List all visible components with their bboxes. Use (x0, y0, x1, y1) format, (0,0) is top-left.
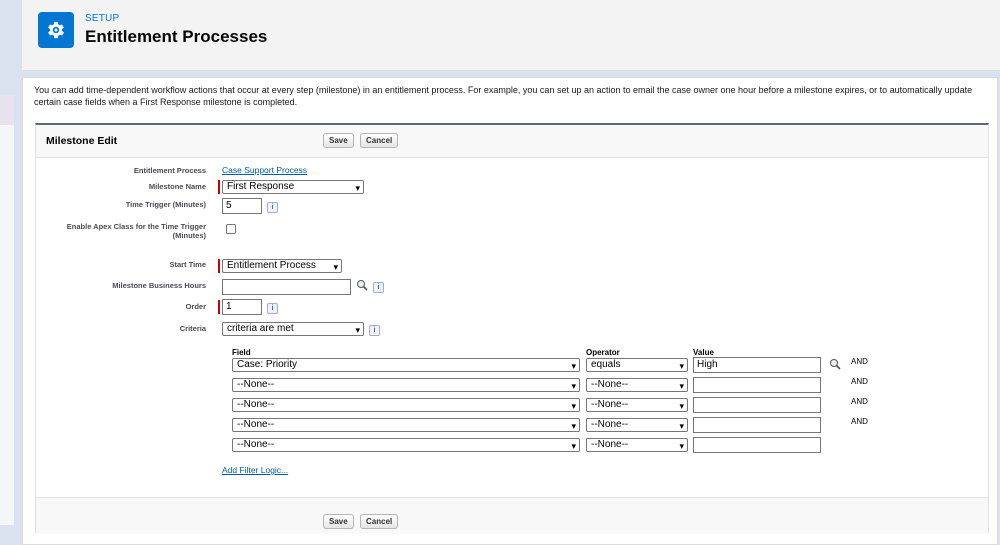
add-filter-logic-link[interactable]: Add Filter Logic... (222, 465, 288, 475)
cancel-button-bottom[interactable]: Cancel (360, 514, 399, 529)
chevron-down-icon: ▾ (679, 401, 684, 411)
field-select-value: --None-- (237, 439, 275, 450)
field-select[interactable]: --None-- ▾ (232, 418, 580, 432)
criteria-select[interactable]: criteria are met ▾ (222, 322, 364, 336)
chevron-down-icon: ▾ (355, 325, 360, 335)
operator-column-header: Operator (586, 348, 620, 357)
chevron-down-icon: ▾ (333, 262, 338, 272)
info-icon[interactable]: i (267, 202, 278, 213)
left-edge-panel-lower (0, 125, 14, 525)
value-column-header: Value (693, 348, 714, 357)
milestone-name-select[interactable]: First Response ▾ (222, 180, 364, 194)
time-trigger-label: Time Trigger (Minutes) (125, 200, 206, 209)
gear-icon (38, 12, 74, 48)
field-select[interactable]: --None-- ▾ (232, 438, 580, 452)
info-icon[interactable]: i (369, 325, 380, 336)
operator-select[interactable]: --None-- ▾ (586, 438, 688, 452)
entitlement-process-label: Entitlement Process (133, 166, 206, 175)
value-input[interactable] (693, 377, 821, 393)
chevron-down-icon: ▾ (571, 361, 576, 371)
chevron-down-icon: ▾ (679, 361, 684, 371)
time-trigger-input[interactable]: 5 (222, 198, 262, 214)
operator-select-value: --None-- (591, 439, 629, 450)
panel-body: Entitlement Process Case Support Process… (36, 157, 988, 498)
value-input[interactable]: High (693, 357, 821, 373)
business-hours-input[interactable] (222, 279, 351, 295)
business-hours-label: Milestone Business Hours (112, 281, 206, 290)
chevron-down-icon: ▾ (679, 421, 684, 431)
value-input[interactable] (693, 417, 821, 433)
chevron-down-icon: ▾ (679, 381, 684, 391)
apex-label: Enable Apex Class for the Time Trigger (… (66, 222, 206, 240)
lookup-icon[interactable] (829, 358, 841, 370)
operator-select[interactable]: equals ▾ (586, 358, 688, 372)
field-column-header: Field (232, 348, 251, 357)
chevron-down-icon: ▾ (355, 183, 360, 193)
required-marker (218, 180, 220, 194)
chevron-down-icon: ▾ (571, 381, 576, 391)
page-title: Entitlement Processes (85, 27, 268, 46)
panel-footer: Save Cancel (36, 497, 988, 534)
header-eyebrow: SETUP (85, 13, 120, 24)
content-area: You can add time-dependent workflow acti… (22, 77, 998, 545)
field-select[interactable]: Case: Priority ▾ (232, 358, 580, 372)
panel-title: Milestone Edit (46, 135, 118, 147)
operator-select[interactable]: --None-- ▾ (586, 378, 688, 392)
field-select-value: --None-- (237, 379, 275, 390)
operator-select-value: --None-- (591, 419, 629, 430)
info-icon[interactable]: i (267, 303, 278, 314)
milestone-name-label: Milestone Name (148, 182, 206, 191)
save-button-bottom[interactable]: Save (323, 514, 354, 529)
required-marker (218, 259, 220, 273)
milestone-name-value: First Response (227, 181, 295, 192)
operator-select-value: --None-- (591, 399, 629, 410)
intro-text: You can add time-dependent workflow acti… (34, 85, 973, 107)
required-marker (218, 300, 220, 314)
operator-select[interactable]: --None-- ▾ (586, 418, 688, 432)
chevron-down-icon: ▾ (679, 441, 684, 451)
apex-checkbox[interactable] (226, 224, 236, 234)
operator-select-value: --None-- (591, 379, 629, 390)
lookup-icon[interactable] (356, 279, 368, 291)
field-select[interactable]: --None-- ▾ (232, 398, 580, 412)
milestone-edit-panel: Milestone Edit Save Cancel Entitlement P… (35, 123, 989, 534)
value-input[interactable] (693, 397, 821, 413)
field-select-value: Case: Priority (237, 359, 298, 370)
cancel-button-top[interactable]: Cancel (360, 133, 399, 148)
order-input[interactable]: 1 (222, 299, 262, 315)
order-label: Order (185, 302, 206, 311)
info-icon[interactable]: i (373, 282, 384, 293)
start-time-select[interactable]: Entitlement Process ▾ (222, 259, 342, 273)
field-select-value: --None-- (237, 399, 275, 410)
and-label: AND (851, 357, 868, 366)
entitlement-process-link[interactable]: Case Support Process (222, 165, 307, 175)
operator-select-value: equals (591, 359, 621, 370)
chevron-down-icon: ▾ (571, 441, 576, 451)
save-button-top[interactable]: Save (323, 133, 354, 148)
field-select[interactable]: --None-- ▾ (232, 378, 580, 392)
field-select-value: --None-- (237, 419, 275, 430)
criteria-value: criteria are met (227, 323, 294, 334)
and-label: AND (851, 377, 868, 386)
page-header: SETUP Entitlement Processes (22, 0, 1000, 71)
criteria-label: Criteria (179, 324, 206, 333)
chevron-down-icon: ▾ (571, 401, 576, 411)
left-edge-panel (0, 95, 14, 125)
and-label: AND (851, 417, 868, 426)
value-input[interactable] (693, 437, 821, 453)
chevron-down-icon: ▾ (571, 421, 576, 431)
operator-select[interactable]: --None-- ▾ (586, 398, 688, 412)
start-time-value: Entitlement Process (227, 260, 316, 271)
and-label: AND (851, 397, 868, 406)
start-time-label: Start Time (169, 260, 206, 269)
